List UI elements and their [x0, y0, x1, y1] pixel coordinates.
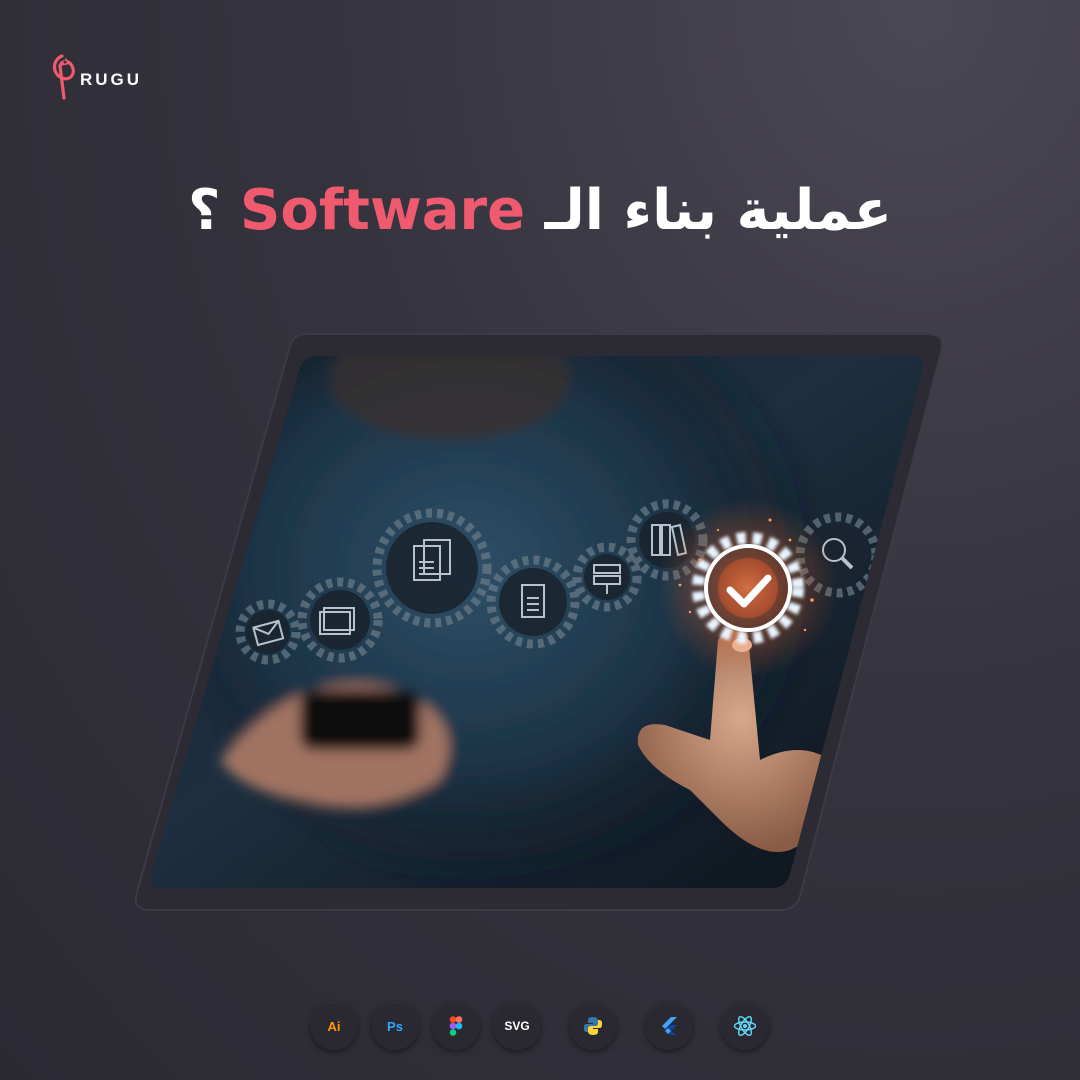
flutter-icon [645, 1002, 693, 1050]
figma-icon [432, 1002, 480, 1050]
photoshop-icon: Ps [371, 1002, 419, 1050]
python-icon [569, 1002, 617, 1050]
tool-label-svg: SVG [504, 1019, 530, 1033]
tools-row: Ai Ps SVG [0, 1002, 1080, 1052]
tool-label-ai: Ai [327, 1018, 341, 1034]
react-icon [721, 1002, 769, 1050]
tool-label-ps: Ps [387, 1018, 403, 1034]
hero-image-frame [134, 333, 944, 911]
illustrator-icon: Ai [310, 1002, 358, 1050]
svg-icon: SVG [493, 1002, 541, 1050]
